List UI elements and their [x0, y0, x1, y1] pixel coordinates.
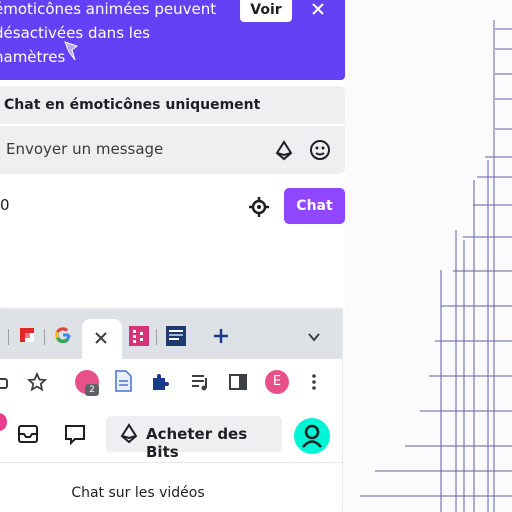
- inbox-icon[interactable]: [17, 424, 39, 444]
- extension-badge: 2: [85, 384, 99, 396]
- tab-flipboard[interactable]: [18, 326, 36, 344]
- emote-picker-icon[interactable]: [309, 139, 331, 161]
- emote-icon: [64, 41, 79, 61]
- settings-gear-icon[interactable]: [248, 196, 270, 218]
- user-avatar[interactable]: [294, 418, 330, 454]
- tab-pink-extension[interactable]: [129, 326, 149, 346]
- sketch-background: [345, 0, 512, 512]
- reading-list-icon[interactable]: [190, 372, 210, 392]
- tab-news[interactable]: [166, 326, 186, 346]
- emote-only-indicator: Chat en émoticônes uniquement: [0, 86, 345, 124]
- menu-kebab-icon[interactable]: [308, 372, 320, 392]
- whispers-icon[interactable]: [64, 424, 86, 446]
- chat-input-placeholder: Envoyer un message: [6, 140, 164, 158]
- new-tab-plus-icon[interactable]: [212, 327, 230, 345]
- site-info-icon[interactable]: [0, 372, 10, 390]
- channel-points[interactable]: 0: [0, 196, 10, 214]
- buy-bits-button[interactable]: Acheter des Bits: [106, 416, 282, 461]
- tab-search-chevron-icon[interactable]: [307, 330, 321, 344]
- video-chat-label[interactable]: Chat sur les vidéos: [0, 485, 276, 501]
- document-extension-icon[interactable]: [113, 370, 133, 392]
- tab-active[interactable]: [82, 319, 122, 359]
- buy-bits-label: Acheter des Bits: [146, 425, 248, 461]
- close-tab-icon[interactable]: [94, 331, 108, 345]
- close-icon[interactable]: [308, 0, 328, 19]
- user-silhouette-icon: [302, 424, 322, 448]
- animated-emotes-banner: émoticônes animées peuvent désactivées d…: [0, 0, 345, 80]
- bits-icon[interactable]: [273, 140, 295, 162]
- bookmark-star-icon[interactable]: [27, 372, 47, 392]
- browser-toolbar: [0, 359, 342, 404]
- send-chat-button[interactable]: Chat: [284, 188, 345, 224]
- side-panel-icon[interactable]: [228, 372, 248, 392]
- banner-text: émoticônes animées peuvent désactivées d…: [0, 0, 217, 66]
- bits-gem-icon: [120, 423, 138, 444]
- tab-strip: [0, 309, 342, 359]
- emote-only-label: Chat en émoticônes uniquement: [4, 97, 261, 113]
- tab-google[interactable]: [54, 326, 72, 344]
- view-button[interactable]: Voir: [240, 0, 292, 22]
- puzzle-extensions-icon[interactable]: [150, 372, 170, 392]
- browser-window: 2 E Acheter des Bits Chat sur les vidéos: [0, 309, 342, 512]
- profile-avatar[interactable]: E: [265, 370, 289, 394]
